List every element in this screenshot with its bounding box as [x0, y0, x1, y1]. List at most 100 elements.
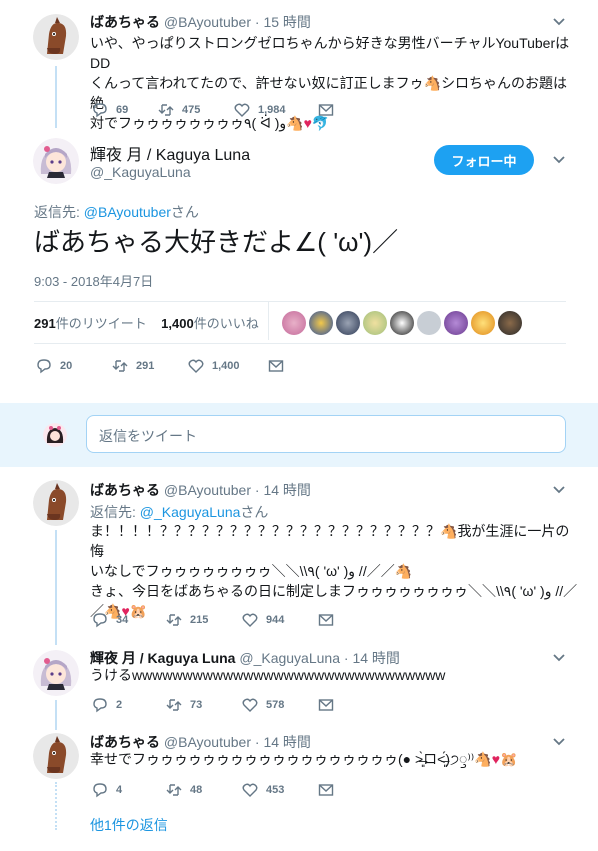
thread-line	[55, 700, 57, 730]
tweet-line-part: ま！！！！？？？？？？？？？？？？？？？？？？？？	[90, 523, 440, 539]
dm-button[interactable]	[268, 358, 284, 374]
retweet-count: 215	[190, 614, 209, 626]
like-button[interactable]: 1,400	[188, 358, 268, 374]
reply-target-link[interactable]: @BAyoutuber	[84, 204, 171, 220]
retweet-stat[interactable]: 291件のリツイート	[34, 316, 147, 331]
dm-button[interactable]	[318, 102, 334, 118]
avatar[interactable]	[417, 311, 441, 335]
separator: ·	[343, 650, 349, 666]
reply-button[interactable]: 69	[92, 102, 158, 118]
like-count: 1,984	[258, 104, 286, 116]
reply-button[interactable]: 34	[92, 612, 166, 628]
chevron-down-icon[interactable]	[552, 483, 566, 497]
avatar[interactable]	[498, 311, 522, 335]
reply-button[interactable]: 2	[92, 697, 166, 713]
horse-emoji: 🐴	[423, 75, 442, 91]
like-button[interactable]: 453	[242, 782, 318, 798]
avatar[interactable]	[282, 311, 306, 335]
reply-prefix: 返信先:	[34, 204, 84, 220]
timestamp[interactable]: 15 時間	[263, 14, 310, 30]
retweet-count: 475	[182, 104, 201, 116]
avatar[interactable]	[33, 650, 79, 696]
reply-button[interactable]: 20	[36, 358, 112, 374]
avatar[interactable]	[33, 138, 79, 184]
tweet-line: いなしでフゥゥゥゥゥゥゥゥ＼＼\\٩( 'ω' )و //／／🐴	[90, 561, 580, 581]
like-button[interactable]: 944	[242, 612, 318, 628]
retweet-button[interactable]: 73	[166, 697, 242, 713]
action-bar: 69 475 1,984	[92, 102, 334, 118]
timestamp[interactable]: 9:03 - 2018年4月7日	[34, 271, 153, 290]
retweet-icon	[158, 104, 174, 116]
action-bar: 34 215 944	[92, 612, 334, 628]
timestamp[interactable]: 14 時間	[352, 650, 399, 666]
username[interactable]: @BAyoutuber	[164, 734, 251, 750]
avatar[interactable]	[363, 311, 387, 335]
username[interactable]: @BAyoutuber	[164, 14, 251, 30]
avatar[interactable]	[33, 480, 79, 526]
tweet-text: 幸せでフゥゥゥゥゥゥゥゥゥゥゥゥゥゥゥゥゥゥ(● ˃̶͈̀ロ˂̶͈́)੭ꠥ⁾⁾🐴…	[90, 749, 580, 769]
follow-button[interactable]: フォロー中	[434, 145, 534, 175]
avatar[interactable]	[33, 14, 79, 60]
display-name[interactable]: 輝夜 月 / Kaguya Luna	[90, 650, 235, 666]
heart-emoji: ♥	[491, 751, 500, 767]
reply-button[interactable]: 4	[92, 782, 166, 798]
avatar[interactable]	[336, 311, 360, 335]
retweet-button[interactable]: 215	[166, 612, 242, 628]
display-name[interactable]: 輝夜 月 / Kaguya Luna	[90, 141, 250, 165]
tweet-line-part: いなしでフゥゥゥゥゥゥゥゥ＼＼\\٩( 'ω' )و //／／	[90, 563, 395, 579]
retweet-button[interactable]: 291	[112, 358, 188, 374]
reply-prefix: 返信先:	[90, 504, 140, 520]
heart-icon	[188, 359, 204, 373]
thread-line	[55, 66, 57, 128]
avatar[interactable]	[33, 733, 79, 779]
like-stat[interactable]: 1,400件のいいね	[161, 316, 259, 331]
dm-button[interactable]	[318, 612, 334, 628]
retweet-button[interactable]: 475	[158, 102, 234, 118]
reply-suffix: さん	[240, 504, 269, 520]
avatar[interactable]	[444, 311, 468, 335]
chevron-down-icon[interactable]	[552, 735, 566, 749]
action-bar: 2 73 578	[92, 697, 334, 713]
retweet-icon	[112, 360, 128, 372]
reply-icon	[93, 103, 107, 118]
display-name[interactable]: ばあちゃる	[90, 482, 160, 498]
reply-count: 34	[116, 614, 129, 626]
dm-button[interactable]	[318, 782, 334, 798]
username[interactable]: @_KaguyaLuna	[239, 650, 340, 666]
tweet-line-part: くんって言われてたので、許せない奴に訂正しまフゥ	[90, 75, 424, 91]
retweet-count: 48	[190, 784, 203, 796]
show-more-replies-link[interactable]: 他1件の返信	[90, 815, 168, 835]
reply-icon	[93, 613, 107, 628]
username[interactable]: @_KaguyaLuna	[90, 164, 191, 180]
tweet-header: ばあちゃる @BAyoutuber · 14 時間	[90, 480, 311, 500]
like-button[interactable]: 578	[242, 697, 318, 713]
tweet-text: いや、やっぱりストロングゼロちゃんから好きな男性バーチャルYouTuberはDD…	[90, 33, 580, 133]
chevron-down-icon[interactable]	[552, 153, 566, 167]
envelope-icon	[318, 104, 334, 116]
display-name[interactable]: ばあちゃる	[90, 734, 160, 750]
chevron-down-icon[interactable]	[552, 15, 566, 29]
heart-icon	[242, 783, 258, 797]
reply-count: 4	[116, 784, 123, 796]
retweet-button[interactable]: 48	[166, 782, 242, 798]
avatar[interactable]	[309, 311, 333, 335]
reply-input[interactable]: 返信をツイート	[86, 415, 566, 453]
retweet-icon	[166, 614, 182, 626]
chevron-down-icon[interactable]	[552, 651, 566, 665]
avatar[interactable]	[471, 311, 495, 335]
thread-line	[55, 782, 57, 830]
display-name[interactable]: ばあちゃる	[90, 14, 160, 30]
reply-icon	[93, 783, 107, 798]
retweet-icon	[166, 784, 182, 796]
separator: ·	[254, 734, 260, 750]
timestamp[interactable]: 14 時間	[263, 482, 310, 498]
retweet-total: 291	[34, 316, 56, 331]
dm-button[interactable]	[318, 697, 334, 713]
username[interactable]: @BAyoutuber	[164, 482, 251, 498]
reply-target-link[interactable]: @_KaguyaLuna	[140, 504, 241, 520]
avatar[interactable]	[390, 311, 414, 335]
horse-emoji: 🐴	[440, 523, 458, 539]
timestamp[interactable]: 14 時間	[263, 734, 310, 750]
like-button[interactable]: 1,984	[234, 102, 318, 118]
retweet-icon	[166, 699, 182, 711]
